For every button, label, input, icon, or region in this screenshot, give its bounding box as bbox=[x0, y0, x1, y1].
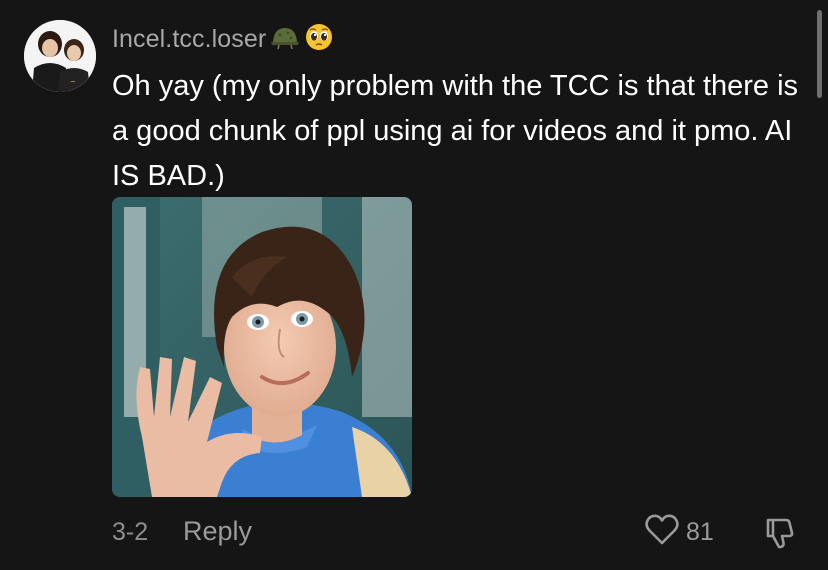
thumbs-down-icon[interactable] bbox=[762, 514, 798, 550]
comment-footer: 3-2 Reply 81 bbox=[112, 512, 802, 552]
attached-photo[interactable] bbox=[112, 197, 412, 497]
avatar[interactable]: ~ bbox=[24, 20, 96, 92]
comment-date: 3-2 bbox=[112, 518, 149, 546]
username-row: Incel.tcc.loser bbox=[112, 22, 334, 56]
helmet-emoji bbox=[270, 24, 300, 55]
username[interactable]: Incel.tcc.loser bbox=[112, 25, 266, 54]
like-count: 81 bbox=[686, 518, 714, 546]
svg-text:~: ~ bbox=[70, 78, 76, 86]
scrollbar[interactable] bbox=[817, 10, 822, 98]
pleading-face-emoji bbox=[304, 22, 334, 57]
heart-icon[interactable] bbox=[644, 512, 680, 548]
reply-button[interactable]: Reply bbox=[183, 516, 252, 547]
comment-text: Oh yay (my only problem with the TCC is … bbox=[112, 70, 799, 192]
comment-screen: ~ Incel.tcc.loser Oh yay (my only proble… bbox=[0, 0, 828, 570]
